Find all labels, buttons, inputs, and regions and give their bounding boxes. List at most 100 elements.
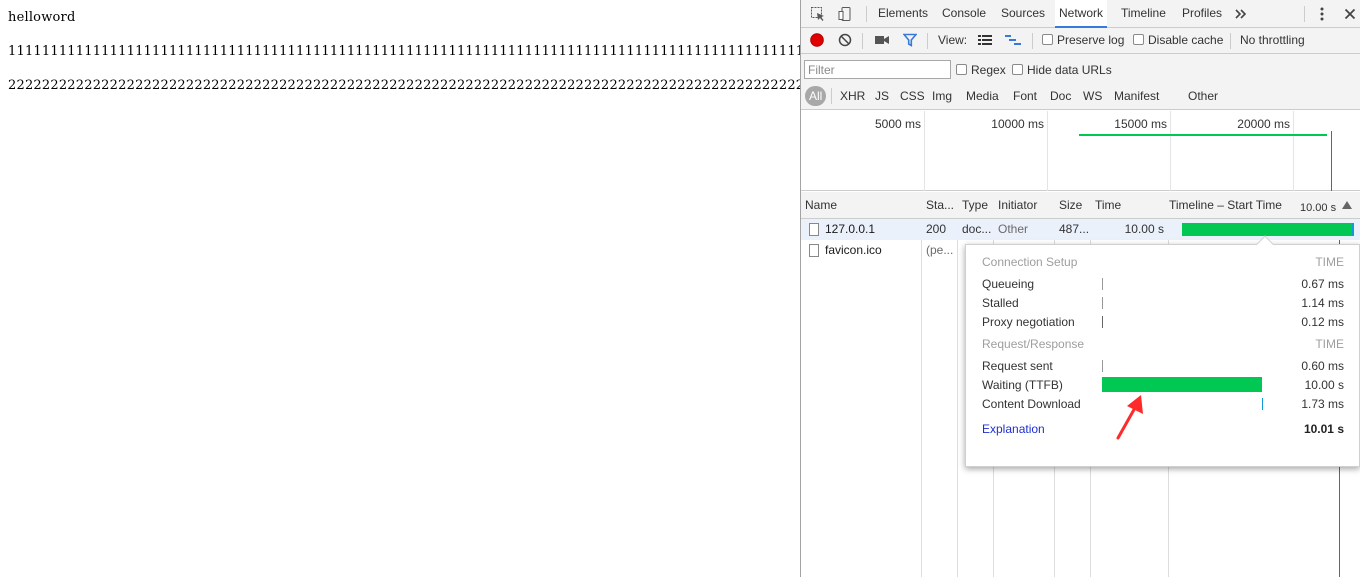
clear-icon[interactable]: [835, 30, 855, 50]
close-icon[interactable]: [1340, 4, 1360, 24]
column-header-type[interactable]: Type: [958, 192, 993, 219]
checkbox-icon[interactable]: [1133, 34, 1144, 45]
timing-total: 10.01 s: [1303, 422, 1344, 436]
regex-checkbox[interactable]: Regex: [956, 60, 1006, 80]
preserve-log-label: Preserve log: [1057, 33, 1125, 47]
requests-table-header: Name Sta... Type Initiator Size Time Tim…: [801, 192, 1360, 219]
toolbar-divider: [862, 33, 863, 49]
kebab-menu-icon[interactable]: [1312, 4, 1332, 24]
request-name[interactable]: favicon.ico: [825, 240, 920, 261]
type-filter-other[interactable]: Other: [1188, 86, 1218, 106]
overview-gridline: [924, 111, 925, 191]
disable-cache-checkbox[interactable]: Disable cache: [1133, 28, 1223, 53]
regex-label: Regex: [971, 63, 1006, 77]
request-time: 10.00 s: [1124, 222, 1164, 236]
column-header-initiator[interactable]: Initiator: [994, 192, 1054, 219]
timing-row: Request sent 0.60 ms: [982, 357, 1344, 375]
type-filter-xhr[interactable]: XHR: [840, 86, 865, 106]
filter-icon[interactable]: [900, 30, 920, 50]
page-text-line: helloword: [8, 10, 76, 25]
timing-bar: [1102, 360, 1103, 372]
type-filter-css[interactable]: CSS: [900, 86, 925, 106]
type-filter-all[interactable]: All: [805, 86, 827, 106]
timing-value: 0.12 ms: [1301, 315, 1344, 329]
filter-bar: Regex Hide data URLs All XHR JS CSS Img …: [801, 54, 1360, 110]
preserve-log-checkbox[interactable]: Preserve log: [1042, 28, 1124, 53]
filter-input[interactable]: [804, 60, 951, 79]
timing-row: Queueing 0.67 ms: [982, 275, 1344, 293]
column-header-time[interactable]: Time: [1091, 192, 1168, 219]
annotation-arrow-icon: [1116, 395, 1143, 440]
type-filter-media[interactable]: Media: [966, 86, 999, 106]
type-filter-font[interactable]: Font: [1013, 86, 1037, 106]
checkbox-icon[interactable]: [1012, 64, 1023, 75]
overview-tick-label: 20000 ms: [1237, 117, 1290, 131]
inspect-element-icon[interactable]: [808, 4, 828, 24]
checkbox-icon[interactable]: [1042, 34, 1053, 45]
toolbar-divider: [866, 6, 867, 22]
section-title: Connection Setup: [982, 255, 1078, 269]
overview-tick-label: 5000 ms: [874, 117, 921, 131]
network-toolbar: View: Preserve log Disable cache No thro…: [801, 28, 1360, 54]
column-header-status[interactable]: Sta...: [922, 192, 957, 219]
timing-section-header: Connection Setup TIME: [982, 253, 1344, 271]
request-status: (pe...: [926, 243, 954, 257]
waterfall-overview-icon[interactable]: [1003, 30, 1023, 50]
timeline-overview[interactable]: 5000 ms 10000 ms 15000 ms 20000 ms: [801, 111, 1360, 191]
view-label: View:: [938, 33, 968, 47]
timing-value: 0.67 ms: [1301, 277, 1344, 291]
toolbar-divider: [831, 88, 832, 104]
sort-ascending-icon[interactable]: [1337, 195, 1357, 215]
explanation-link[interactable]: Explanation: [982, 420, 1045, 438]
timing-value: 1.14 ms: [1301, 296, 1344, 310]
timing-label: Queueing: [982, 277, 1035, 291]
column-header-name[interactable]: Name: [801, 192, 921, 219]
capture-screenshots-icon[interactable]: [872, 30, 892, 50]
type-filter-manifest[interactable]: Manifest: [1114, 86, 1159, 106]
large-rows-icon[interactable]: [975, 30, 995, 50]
tab-console[interactable]: Console: [938, 0, 990, 27]
request-name[interactable]: 127.0.0.1: [825, 219, 920, 240]
checkbox-icon[interactable]: [956, 64, 967, 75]
timing-popover: Connection Setup TIME Queueing 0.67 ms S…: [965, 235, 1360, 467]
request-type: doc...: [962, 222, 992, 236]
hide-data-urls-checkbox[interactable]: Hide data URLs: [1012, 60, 1112, 80]
document-icon: [809, 244, 819, 257]
table-row[interactable]: 127.0.0.1 200 doc... Other 487... 10.00 …: [801, 219, 1360, 240]
request-status: 200: [926, 222, 947, 236]
column-header-size[interactable]: Size: [1055, 192, 1090, 219]
timing-label: Request sent: [982, 359, 1053, 373]
timing-value: 1.73 ms: [1301, 397, 1344, 411]
tab-sources[interactable]: Sources: [997, 0, 1049, 27]
record-icon[interactable]: [807, 30, 827, 50]
timing-value: 10.00 s: [1304, 378, 1344, 392]
overview-tick-label: 15000 ms: [1114, 117, 1167, 131]
timing-section-header: Request/Response TIME: [982, 335, 1344, 353]
overview-request-bar: [1079, 134, 1327, 136]
overview-tick-label: 10000 ms: [991, 117, 1044, 131]
timing-total-row: Explanation 10.01 s: [982, 420, 1344, 438]
tab-elements[interactable]: Elements: [874, 0, 932, 27]
throttling-select[interactable]: No throttling: [1240, 28, 1305, 53]
content-download-bar: [1262, 398, 1263, 410]
overview-gridline: [1047, 111, 1048, 191]
more-tabs-icon[interactable]: [1231, 4, 1251, 24]
tab-timeline[interactable]: Timeline: [1117, 0, 1170, 27]
timing-row: Waiting (TTFB) 10.00 s: [982, 376, 1344, 394]
type-filter-js[interactable]: JS: [875, 86, 889, 106]
type-filter-img[interactable]: Img: [932, 86, 952, 106]
column-header-timeline[interactable]: Timeline – Start Time: [1165, 192, 1295, 219]
request-size: 487...: [1059, 222, 1089, 236]
section-title: Request/Response: [982, 337, 1085, 351]
hide-data-urls-label: Hide data URLs: [1027, 63, 1112, 77]
type-filter-doc[interactable]: Doc: [1050, 86, 1071, 106]
timing-row: Content Download 1.73 ms: [982, 395, 1344, 413]
type-filter-ws[interactable]: WS: [1083, 86, 1102, 106]
tab-profiles[interactable]: Profiles: [1178, 0, 1226, 27]
timing-bar: [1102, 297, 1103, 309]
device-toolbar-icon[interactable]: [835, 4, 855, 24]
timing-bar: [1102, 316, 1103, 328]
tab-network[interactable]: Network: [1055, 0, 1108, 28]
waterfall-bar[interactable]: [1182, 223, 1352, 236]
timing-row: Stalled 1.14 ms: [982, 294, 1344, 312]
